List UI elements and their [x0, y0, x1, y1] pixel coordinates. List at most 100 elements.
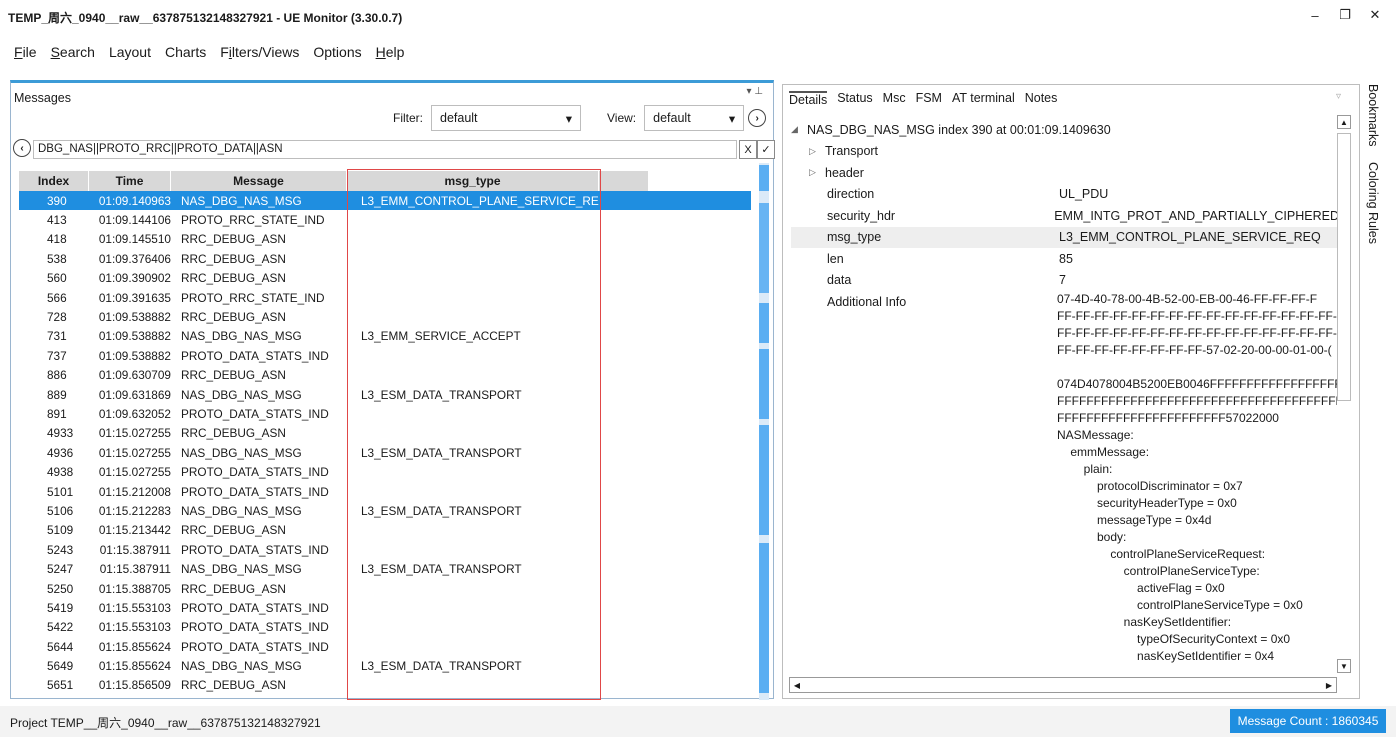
table-row[interactable]: 5422 01:15.553103 PROTO_DATA_STATS_IND — [19, 618, 751, 637]
table-row[interactable]: 413 01:09.144106 PROTO_RRC_STATE_IND — [19, 210, 751, 229]
info-line: FFFFFFFFFFFFFFFFFFFFFFFFFFFFFFFFFFFFFFFF… — [1057, 394, 1337, 408]
details-pane: Details Status Msc FSM AT terminal Notes… — [782, 84, 1360, 699]
scroll-left-icon[interactable]: ◀ — [790, 678, 804, 692]
menu-options[interactable]: Options — [306, 40, 368, 66]
restore-button[interactable]: ❐ — [1330, 4, 1360, 26]
table-row[interactable]: 5106 01:15.212283 NAS_DBG_NAS_MSG L3_ESM_DA… — [19, 501, 751, 520]
status-bar: Project TEMP__周六_0940__raw__637875132148… — [0, 706, 1396, 737]
apply-query-button[interactable]: ✓ — [757, 140, 775, 159]
info-line: 07-4D-40-78-00-4B-52-00-EB-00-46-FF-FF-F… — [1057, 292, 1318, 306]
details-horizontal-scrollbar[interactable]: ◀ ▶ — [789, 677, 1337, 693]
menu-file[interactable]: File — [0, 40, 44, 66]
cell-index: 566 — [47, 290, 67, 305]
message-minimap[interactable] — [759, 163, 769, 700]
detail-field[interactable]: len 85 — [791, 248, 1339, 270]
table-row[interactable]: 5247 01:15.387911 NAS_DBG_NAS_MSG L3_ESM_DA… — [19, 559, 751, 578]
cell-index: 560 — [47, 271, 67, 286]
tab-msc[interactable]: Msc — [883, 91, 906, 109]
collapsed-arrow-icon[interactable]: ▷ — [809, 167, 819, 178]
cell-time: 01:15.553103 — [98, 620, 171, 635]
field-key: data — [827, 273, 852, 288]
table-row[interactable]: 891 01:09.632052 PROTO_DATA_STATS_IND — [19, 404, 751, 423]
minimize-button[interactable]: – — [1300, 4, 1330, 26]
menu-layout[interactable]: Layout — [102, 40, 158, 66]
table-row[interactable]: 538 01:09.376406 RRC_DEBUG_ASN — [19, 249, 751, 268]
cell-index: 4933 — [47, 426, 74, 441]
table-row[interactable]: 5109 01:15.213442 RRC_DEBUG_ASN — [19, 521, 751, 540]
table-row[interactable]: 560 01:09.390902 RRC_DEBUG_ASN — [19, 269, 751, 288]
info-line: controlPlaneServiceType: — [1057, 564, 1260, 578]
column-header-time[interactable]: Time — [89, 171, 171, 191]
tree-node-transport[interactable]: ▷ Transport — [791, 141, 1339, 163]
table-row[interactable]: 5101 01:15.212008 PROTO_DATA_STATS_IND — [19, 482, 751, 501]
cell-message: PROTO_DATA_STATS_IND — [181, 406, 329, 421]
detail-field[interactable]: msg_type L3_EMM_CONTROL_PLANE_SERVICE_REQ — [791, 226, 1339, 248]
menu-filters-views[interactable]: Filters/Views — [213, 40, 306, 66]
expanded-arrow-icon[interactable]: ◢ — [791, 124, 801, 135]
table-row[interactable]: 737 01:09.538882 PROTO_DATA_STATS_IND — [19, 346, 751, 365]
scroll-right-icon[interactable]: ▶ — [1322, 678, 1336, 692]
clear-query-button[interactable]: X — [739, 140, 757, 159]
table-row[interactable]: 5651 01:15.856509 RRC_DEBUG_ASN — [19, 676, 751, 695]
table-row[interactable]: 5649 01:15.855624 NAS_DBG_NAS_MSG L3_ESM_DA… — [19, 656, 751, 675]
detail-field[interactable]: data 7 — [791, 270, 1339, 292]
detail-field[interactable]: security_hdr EMM_INTG_PROT_AND_PARTIALLY_… — [791, 205, 1339, 227]
cell-time: 01:15.388705 — [98, 581, 171, 596]
field-value: 7 — [1059, 273, 1066, 288]
table-row[interactable]: 731 01:09.538882 NAS_DBG_NAS_MSG L3_EMM_SER… — [19, 327, 751, 346]
scroll-down-icon[interactable]: ▼ — [1337, 659, 1351, 673]
table-row[interactable]: 5644 01:15.855624 PROTO_DATA_STATS_IND — [19, 637, 751, 656]
scroll-up-icon[interactable]: ▲ — [1337, 115, 1351, 129]
table-row[interactable]: 889 01:09.631869 NAS_DBG_NAS_MSG L3_ESM_DAT… — [19, 385, 751, 404]
back-circle-icon[interactable]: ‹ — [13, 139, 31, 157]
table-row[interactable]: 5243 01:15.387911 PROTO_DATA_STATS_IND — [19, 540, 751, 559]
tree-node-label: header — [825, 165, 864, 180]
detail-field[interactable]: direction UL_PDU — [791, 184, 1339, 206]
column-header-message[interactable]: Message — [171, 171, 347, 191]
scroll-thumb[interactable] — [1337, 133, 1351, 401]
cell-index: 4938 — [47, 465, 74, 480]
view-select[interactable]: default ▾ — [644, 105, 745, 131]
column-header-msg-type[interactable]: msg_type — [347, 171, 599, 191]
table-row[interactable]: 4938 01:15.027255 PROTO_DATA_STATS_IND — [19, 462, 751, 481]
tab-at-terminal[interactable]: AT terminal — [952, 91, 1015, 109]
menu-charts[interactable]: Charts — [158, 40, 213, 66]
info-line — [1057, 359, 1337, 376]
table-row[interactable]: 4933 01:15.027255 RRC_DEBUG_ASN — [19, 424, 751, 443]
cell-time: 01:09.376406 — [98, 251, 171, 266]
tree-node-header[interactable]: ▷ header — [791, 162, 1339, 184]
table-row[interactable]: 5250 01:15.388705 RRC_DEBUG_ASN — [19, 579, 751, 598]
tab-fsm[interactable]: FSM — [916, 91, 942, 109]
table-row[interactable]: 886 01:09.630709 RRC_DEBUG_ASN — [19, 366, 751, 385]
filter-select[interactable]: default ▾ — [431, 105, 581, 131]
tree-root[interactable]: ◢ NAS_DBG_NAS_MSG index 390 at 00:01:09.… — [791, 119, 1339, 141]
table-row[interactable]: 5419 01:15.553103 PROTO_DATA_STATS_IND — [19, 598, 751, 617]
cell-index: 5422 — [47, 620, 74, 635]
cell-message: RRC_DEBUG_ASN — [181, 368, 286, 383]
menu-search[interactable]: Search — [44, 40, 102, 66]
tab-details[interactable]: Details — [789, 91, 828, 109]
tab-status[interactable]: Status — [837, 91, 872, 109]
cell-index: 538 — [47, 251, 67, 266]
forward-circle-icon[interactable]: › — [748, 109, 767, 127]
details-vertical-scrollbar[interactable]: ▲ ▼ — [1337, 115, 1353, 675]
column-header-index[interactable]: Index — [19, 171, 89, 191]
cell-msg-type: L3_ESM_DATA_TRANSPORT — [361, 503, 522, 518]
tabs-overflow-icon[interactable]: ▿ — [1336, 91, 1341, 102]
collapsed-arrow-icon[interactable]: ▷ — [809, 146, 819, 157]
menu-help[interactable]: Help — [369, 40, 412, 66]
query-input[interactable]: DBG_NAS||PROTO_RRC||PROTO_DATA||ASN — [33, 140, 737, 159]
table-row[interactable]: 728 01:09.538882 RRC_DEBUG_ASN — [19, 307, 751, 326]
cell-index: 5419 — [47, 600, 74, 615]
table-row[interactable]: 390 01:09.140963 NAS_DBG_NAS_MSG L3_EMM_CON… — [19, 191, 751, 211]
coloring-rules-tab[interactable]: Coloring Rules — [1366, 162, 1380, 244]
table-row[interactable]: 418 01:09.145510 RRC_DEBUG_ASN — [19, 230, 751, 249]
pin-icon[interactable]: ▾ ⊥ — [746, 86, 763, 97]
minimap-mark — [759, 303, 769, 343]
close-button[interactable]: ✕ — [1360, 4, 1390, 26]
table-row[interactable]: 566 01:09.391635 PROTO_RRC_STATE_IND — [19, 288, 751, 307]
table-row[interactable]: 4936 01:15.027255 NAS_DBG_NAS_MSG L3_ESM_DA… — [19, 443, 751, 462]
minimap-mark — [759, 165, 769, 191]
bookmarks-tab[interactable]: Bookmarks — [1366, 84, 1380, 147]
tab-notes[interactable]: Notes — [1025, 91, 1058, 109]
